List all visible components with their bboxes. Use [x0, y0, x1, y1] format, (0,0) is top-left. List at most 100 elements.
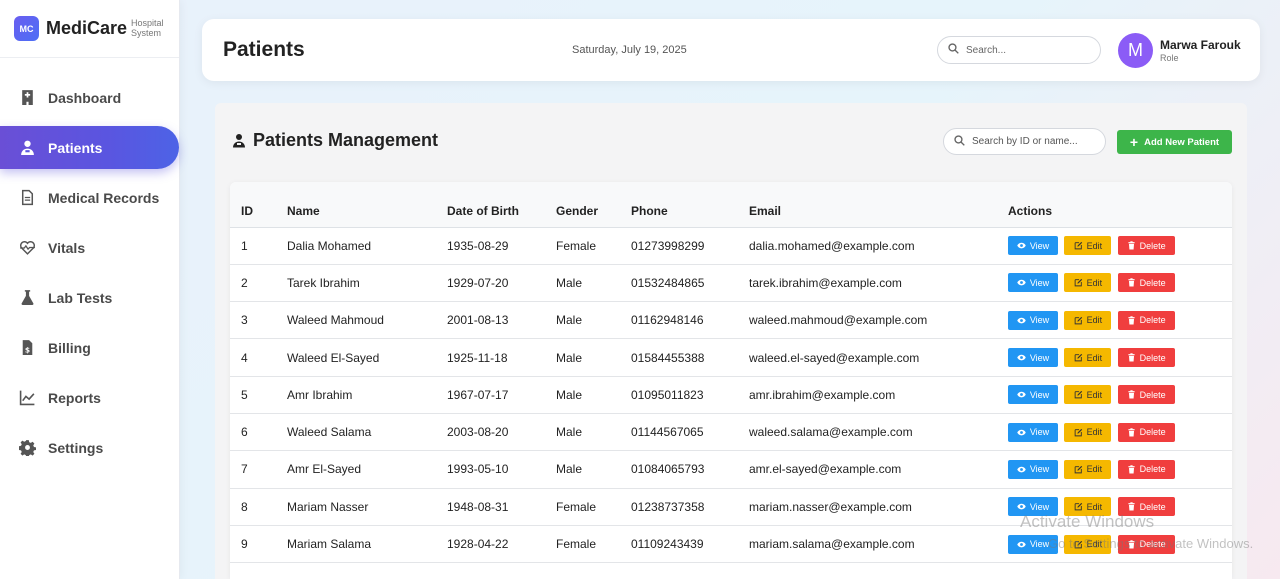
cell-actions: View Edit Delete [1008, 301, 1232, 340]
delete-button[interactable]: Delete [1117, 534, 1175, 554]
delete-button[interactable]: Delete [1117, 273, 1175, 293]
sidebar-item-vitals[interactable]: Vitals [0, 226, 179, 269]
brand[interactable]: MC MediCare Hospital System [0, 0, 179, 58]
header-search[interactable] [937, 36, 1101, 64]
delete-button[interactable]: Delete [1117, 385, 1175, 405]
cell-phone: 01238737358 [631, 488, 749, 526]
sidebar-item-medical-records[interactable]: Medical Records [0, 176, 179, 219]
cell-phone: 01109243439 [631, 525, 749, 564]
edit-button[interactable]: Edit [1064, 497, 1112, 517]
trash-icon [1127, 427, 1140, 437]
cell-phone: 01084065793 [631, 450, 749, 489]
sidebar-item-billing[interactable]: $ Billing [0, 326, 179, 369]
trash-icon [1127, 353, 1140, 362]
edit-label: Edit [1086, 501, 1103, 512]
view-button[interactable]: View [1008, 310, 1058, 330]
edit-button[interactable]: Edit [1064, 348, 1112, 368]
brand-subtitle-line1: Hospital [131, 17, 164, 28]
column-header-gender[interactable]: Gender [556, 182, 631, 228]
column-header-phone[interactable]: Phone [631, 182, 749, 228]
cell-dob: 2001-08-13 [447, 301, 556, 340]
search-icon [948, 41, 959, 59]
cell-email: amr.ibrahim@example.com [749, 376, 1008, 414]
delete-label: Delete [1139, 464, 1166, 475]
column-header-id[interactable]: ID [230, 182, 287, 228]
sidebar-item-reports[interactable]: Reports [0, 376, 179, 419]
header-search-input[interactable] [966, 44, 1086, 56]
view-button[interactable]: View [1008, 273, 1058, 293]
patients-panel: Patients Management + Add New Patient ID… [215, 103, 1247, 579]
delete-button[interactable]: Delete [1117, 310, 1175, 330]
edit-button[interactable]: Edit [1064, 459, 1112, 479]
edit-button[interactable]: Edit [1064, 422, 1112, 442]
column-header-name[interactable]: Name [287, 182, 447, 228]
avatar[interactable]: M [1118, 33, 1153, 68]
cell-dob: 1935-08-29 [447, 227, 556, 265]
cell-actions: View Edit Delete [1008, 338, 1232, 377]
view-button[interactable]: View [1008, 459, 1058, 479]
edit-button[interactable]: Edit [1064, 273, 1112, 293]
table-row[interactable]: 9 Mariam Salama 1928-04-22 Female 0110924343… [230, 525, 1232, 564]
table-row[interactable]: 3 Waleed Mahmoud 2001-08-13 Male 01162948146… [230, 301, 1232, 340]
patient-search[interactable] [943, 128, 1106, 155]
sidebar-item-label: Lab Tests [48, 289, 113, 306]
table-row[interactable]: 2 Tarek Ibrahim 1929-07-20 Male 01532484865 t… [230, 264, 1232, 303]
view-button[interactable]: View [1008, 497, 1058, 517]
cell-dob: 1967-07-17 [447, 376, 556, 414]
user-name[interactable]: Marwa Farouk [1160, 38, 1241, 52]
view-button[interactable]: View [1008, 236, 1058, 256]
sidebar-item-label: Reports [48, 389, 101, 406]
view-label: View [1029, 539, 1050, 550]
view-button[interactable]: View [1008, 422, 1058, 442]
view-button[interactable]: View [1008, 348, 1058, 368]
delete-label: Delete [1139, 389, 1166, 400]
delete-label: Delete [1139, 501, 1166, 512]
edit-button[interactable]: Edit [1064, 534, 1112, 554]
column-header-email[interactable]: Email [749, 182, 1008, 228]
delete-button[interactable]: Delete [1117, 497, 1175, 517]
cell-dob: 1928-04-22 [447, 525, 556, 564]
edit-icon [1074, 316, 1087, 325]
cell-actions: View Edit Delete [1008, 488, 1232, 526]
table-row[interactable]: 7 Amr El-Sayed 1993-05-10 Male 01084065793 am… [230, 450, 1232, 489]
delete-button[interactable]: Delete [1117, 348, 1175, 368]
invoice-icon: $ [18, 339, 36, 357]
cell-email: mariam.salama@example.com [749, 525, 1008, 564]
table-row[interactable]: 1 Dalia Mohamed 1935-08-29 Female 0127399829… [230, 227, 1232, 265]
cell-email: mariam.nasser@example.com [749, 488, 1008, 526]
cell-email: waleed.salama@example.com [749, 413, 1008, 452]
edit-button[interactable]: Edit [1064, 236, 1112, 256]
sidebar-item-lab-tests[interactable]: Lab Tests [0, 276, 179, 319]
cell-actions: View Edit Delete [1008, 525, 1232, 564]
trash-icon [1127, 390, 1140, 399]
column-header-dob[interactable]: Date of Birth [447, 182, 556, 228]
table-row[interactable]: 6 Waleed Salama 2003-08-20 Male 01144567065 w… [230, 413, 1232, 452]
cell-dob: 1993-05-10 [447, 450, 556, 489]
cell-email: waleed.el-sayed@example.com [749, 338, 1008, 377]
sidebar-item-dashboard[interactable]: Dashboard [0, 76, 179, 119]
sidebar-item-settings[interactable]: Settings [0, 426, 179, 469]
delete-button[interactable]: Delete [1117, 236, 1175, 256]
sidebar-item-label: Settings [48, 439, 104, 456]
cell-id: 8 [230, 488, 287, 526]
eye-icon [1017, 241, 1030, 250]
view-button[interactable]: View [1008, 534, 1058, 554]
edit-icon [1074, 278, 1087, 287]
sidebar-nav: Dashboard Patients Medical Records Vital… [0, 76, 179, 469]
delete-button[interactable]: Delete [1117, 459, 1175, 479]
table-row[interactable]: 5 Amr Ibrahim 1967-07-17 Male 01095011823 amr… [230, 376, 1232, 414]
edit-button[interactable]: Edit [1064, 385, 1112, 405]
cell-gender: Male [556, 413, 631, 452]
table-row[interactable]: 8 Mariam Nasser 1948-08-31 Female 0123873735… [230, 488, 1232, 526]
delete-button[interactable]: Delete [1117, 422, 1175, 442]
gear-icon [18, 439, 36, 457]
cell-actions: View Edit Delete [1008, 450, 1232, 489]
sidebar-item-patients[interactable]: Patients [0, 126, 179, 169]
add-patient-button[interactable]: + Add New Patient [1117, 130, 1232, 154]
patient-search-input[interactable] [972, 136, 1097, 147]
table-row[interactable]: 4 Waleed El-Sayed 1925-11-18 Male 0158445538… [230, 338, 1232, 377]
view-label: View [1029, 427, 1050, 438]
edit-button[interactable]: Edit [1064, 310, 1112, 330]
view-button[interactable]: View [1008, 385, 1058, 405]
edit-label: Edit [1086, 389, 1103, 400]
